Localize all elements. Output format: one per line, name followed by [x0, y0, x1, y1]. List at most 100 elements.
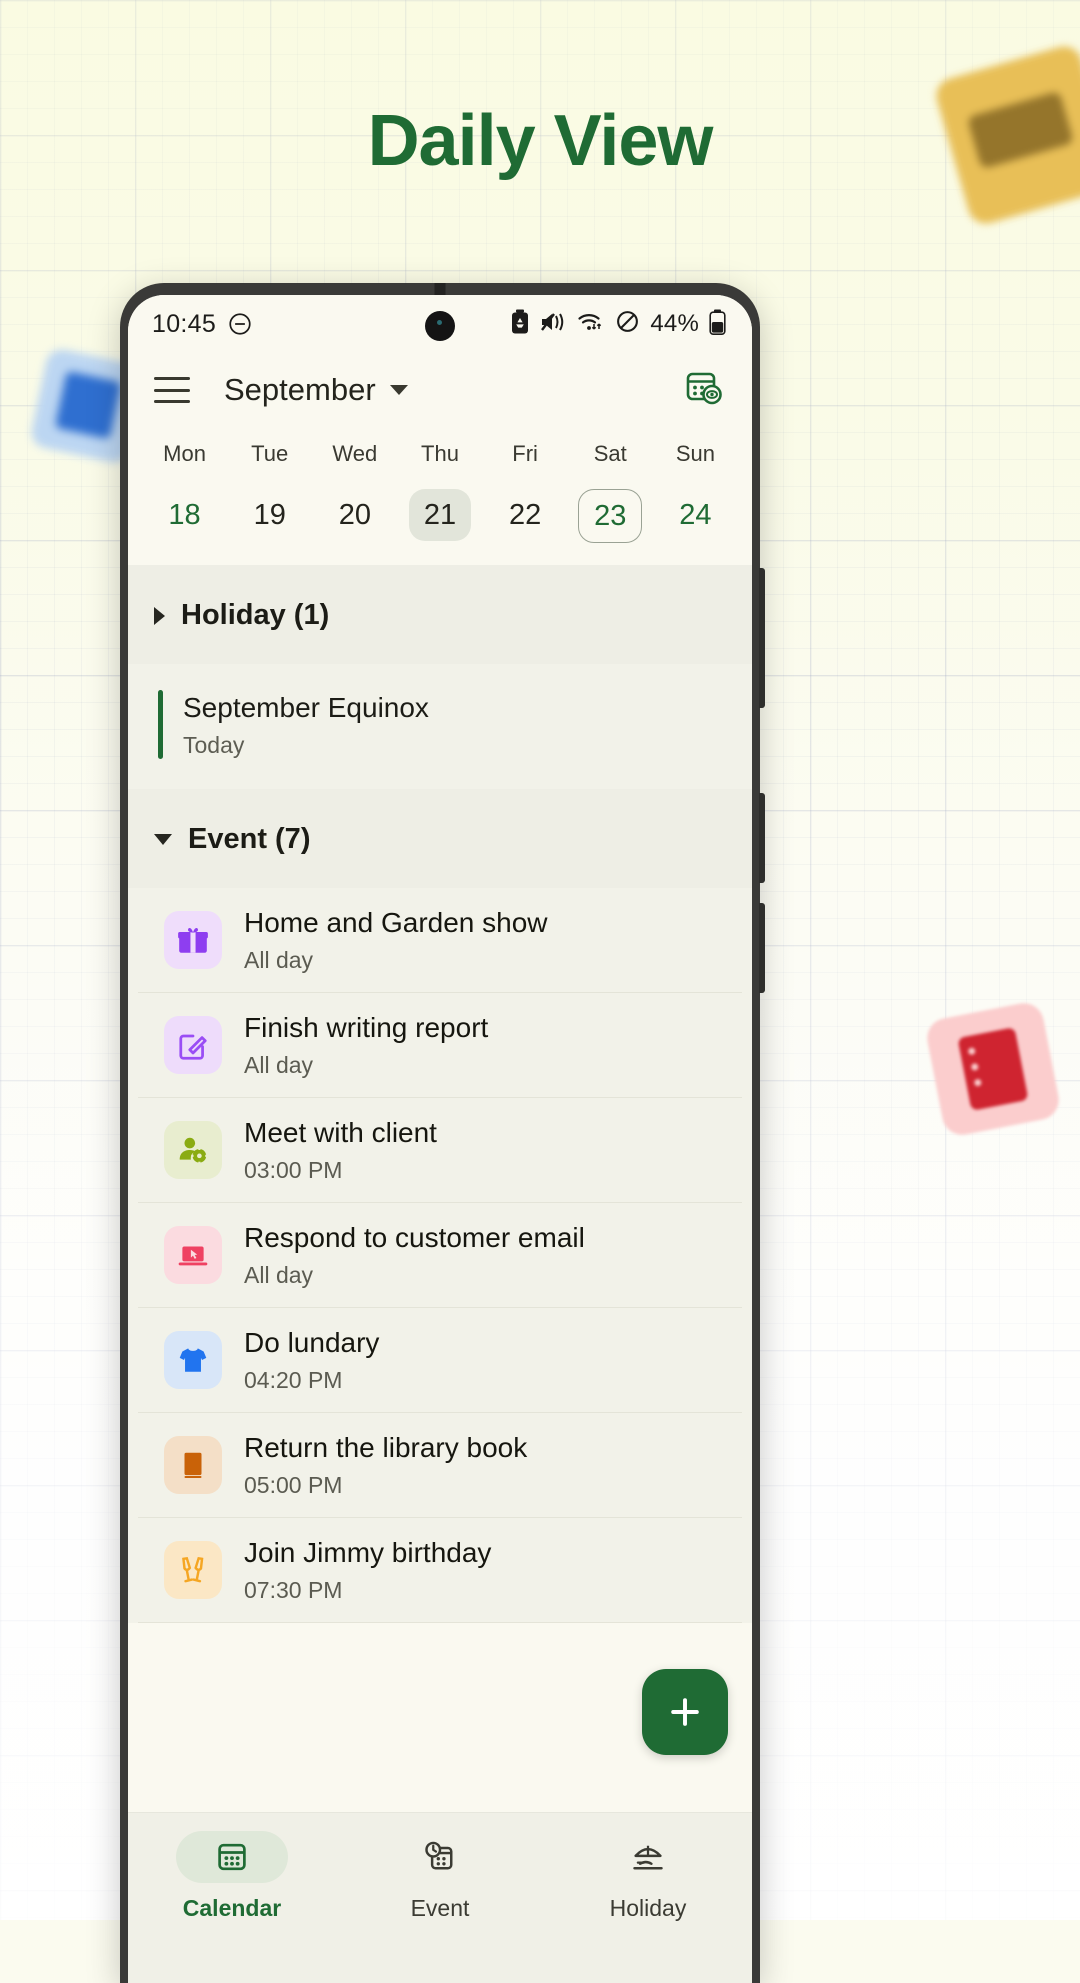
book-icon: [164, 1436, 222, 1494]
week-dow-label: Mon: [163, 441, 206, 466]
event-title: Join Jimmy birthday: [244, 1536, 492, 1568]
person-gear-icon: [164, 1121, 222, 1179]
week-strip: Mon Tue Wed Thu Fri Sat Sun 18 19 20 21 …: [128, 427, 752, 565]
event-text: Join Jimmy birthday 07:30 PM: [244, 1534, 491, 1606]
chevron-right-icon: [154, 606, 165, 625]
event-list-item[interactable]: Return the library book 05:00 PM: [138, 1413, 742, 1518]
holiday-list-item[interactable]: September Equinox Today: [128, 664, 752, 789]
event-text: Finish writing report All day: [244, 1009, 488, 1081]
page-title: Daily View: [367, 101, 714, 181]
month-label: September: [224, 372, 376, 407]
event-title: Respond to customer email: [244, 1221, 585, 1253]
beach-umbrella-icon: [633, 1845, 663, 1870]
holiday-section-header[interactable]: Holiday (1): [128, 565, 752, 664]
event-title: Return the library book: [244, 1431, 528, 1463]
event-title: Finish writing report: [244, 1011, 489, 1043]
phone-mockup: 10:45 44% September Mon Tue Wed Thu Fri …: [120, 283, 765, 1983]
chevron-down-icon: [389, 385, 408, 395]
week-day-cell[interactable]: Wed: [312, 433, 397, 489]
event-title: Home and Garden show: [244, 906, 548, 938]
week-dow-label: Fri: [512, 441, 538, 466]
week-date-row: 18 19 20 21 22 23 24: [142, 489, 738, 543]
no-signal-icon: [615, 309, 640, 339]
phone-volume-button: [759, 568, 765, 708]
event-time: All day: [244, 1262, 314, 1289]
chevron-down-icon: [154, 834, 172, 845]
calendar-icon: [218, 1843, 246, 1871]
phone-extra-button: [759, 903, 765, 993]
status-icons: 44%: [510, 309, 726, 340]
laptop-cursor-icon: [164, 1226, 222, 1284]
event-text: Meet with client 03:00 PM: [244, 1114, 437, 1186]
camera-punch-hole: [425, 311, 455, 341]
event-list: Home and Garden show All day Finish writ…: [128, 888, 752, 1623]
event-clock-icon: [425, 1841, 453, 1870]
wifi-icon: [577, 310, 605, 339]
week-date-18[interactable]: 18: [154, 489, 216, 541]
week-day-cell[interactable]: Fri: [483, 433, 568, 489]
do-not-disturb-icon: [227, 311, 253, 337]
event-list-item[interactable]: Home and Garden show All day: [138, 888, 742, 993]
tshirt-icon: [164, 1331, 222, 1389]
holiday-color-bar: [158, 690, 163, 759]
nav-label-holiday: Holiday: [609, 1895, 687, 1921]
week-dow-label: Tue: [251, 441, 289, 466]
holiday-text: September Equinox Today: [183, 690, 429, 759]
week-day-cell[interactable]: Sat: [568, 433, 653, 489]
week-day-cell[interactable]: Sun: [653, 433, 738, 489]
event-title: Meet with client: [244, 1116, 437, 1148]
nav-item-calendar[interactable]: Calendar: [128, 1831, 336, 1922]
event-list-item[interactable]: Finish writing report All day: [138, 993, 742, 1098]
nav-pill-calendar: [176, 1831, 288, 1883]
week-dow-row: Mon Tue Wed Thu Fri Sat Sun: [142, 433, 738, 489]
agenda-content: Holiday (1) September Equinox Today Even…: [128, 565, 752, 1623]
status-bar: 10:45 44%: [128, 295, 752, 353]
phone-screen: 10:45 44% September Mon Tue Wed Thu Fri …: [128, 295, 752, 1983]
calendar-eye-icon[interactable]: [682, 366, 726, 415]
week-date-19[interactable]: 19: [239, 489, 301, 541]
gift-icon: [164, 911, 222, 969]
nav-item-holiday[interactable]: Holiday: [544, 1831, 752, 1922]
battery-recycle-icon: [510, 309, 530, 339]
event-time: All day: [244, 1052, 314, 1079]
event-title: Do lundary: [244, 1326, 380, 1358]
event-list-item[interactable]: Join Jimmy birthday 07:30 PM: [138, 1518, 742, 1623]
week-date-24[interactable]: 24: [664, 489, 726, 541]
event-time: 03:00 PM: [244, 1157, 343, 1184]
mute-vibrate-icon: [540, 310, 567, 339]
week-date-20[interactable]: 20: [324, 489, 386, 541]
hamburger-menu-icon[interactable]: [154, 377, 190, 403]
event-time: 04:20 PM: [244, 1367, 343, 1394]
event-list-item[interactable]: Do lundary 04:20 PM: [138, 1308, 742, 1413]
add-event-fab[interactable]: [642, 1669, 728, 1755]
week-dow-label: Sat: [593, 441, 627, 466]
event-list-item[interactable]: Meet with client 03:00 PM: [138, 1098, 742, 1203]
week-date-23-today[interactable]: 23: [578, 489, 643, 543]
week-date-22[interactable]: 22: [494, 489, 556, 541]
plus-icon: [671, 1698, 699, 1726]
nav-pill-holiday: [592, 1831, 704, 1883]
event-list-item[interactable]: Respond to customer email All day: [138, 1203, 742, 1308]
holiday-section-label: Holiday (1): [181, 599, 330, 631]
phone-power-button: [759, 793, 765, 883]
month-selector[interactable]: September: [224, 372, 408, 408]
status-time: 10:45: [152, 309, 217, 338]
nav-pill-event: [384, 1831, 496, 1883]
event-time: 07:30 PM: [244, 1577, 343, 1604]
week-dow-label: Wed: [332, 441, 378, 466]
week-day-cell[interactable]: Tue: [227, 433, 312, 489]
holiday-subtitle: Today: [183, 732, 245, 758]
event-section-header[interactable]: Event (7): [128, 789, 752, 888]
event-text: Home and Garden show All day: [244, 904, 548, 976]
week-day-cell[interactable]: Thu: [397, 433, 482, 489]
event-time: 05:00 PM: [244, 1472, 343, 1499]
week-day-cell[interactable]: Mon: [142, 433, 227, 489]
event-text: Do lundary 04:20 PM: [244, 1324, 379, 1396]
bottom-navigation: Calendar Event Holiday: [128, 1812, 752, 1983]
app-bar: September: [128, 353, 752, 427]
cheers-icon: [164, 1541, 222, 1599]
week-dow-label: Thu: [421, 441, 459, 466]
event-section-label: Event (7): [188, 823, 311, 855]
week-date-21-selected[interactable]: 21: [408, 489, 471, 541]
nav-item-event[interactable]: Event: [336, 1831, 544, 1922]
